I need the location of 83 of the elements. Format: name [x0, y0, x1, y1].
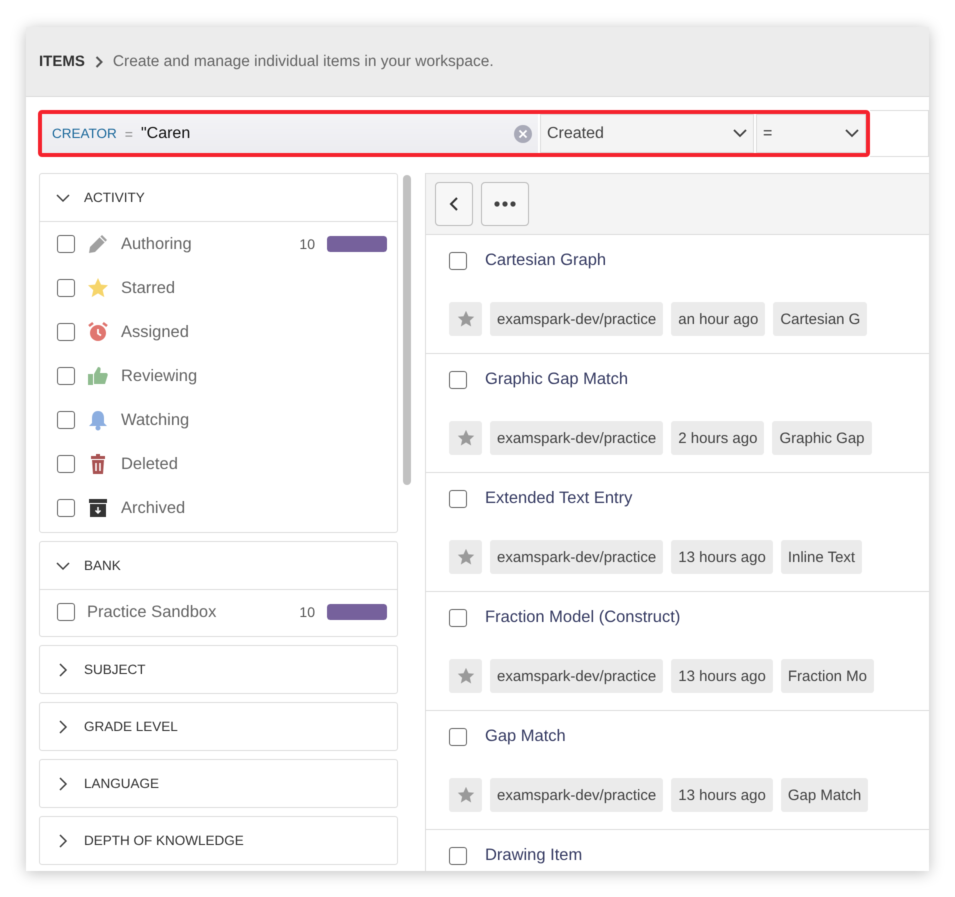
filter-option-label[interactable]: Archived: [121, 498, 387, 518]
section-header[interactable]: SUBJECT: [40, 646, 397, 693]
star-icon: [456, 548, 474, 566]
item-tag: examspark-dev/practice: [490, 659, 664, 693]
section-header[interactable]: ACTIVITY: [40, 174, 397, 221]
filter-option-label[interactable]: Authoring: [121, 234, 288, 254]
pencil-icon: [87, 233, 109, 255]
item-tag: examspark-dev/practice: [490, 421, 664, 455]
item-tag: examspark-dev/practice: [490, 540, 664, 574]
star-icon: [456, 310, 474, 328]
item-title[interactable]: Gap Match: [485, 727, 566, 746]
checkbox[interactable]: [57, 499, 75, 517]
checkbox[interactable]: [57, 455, 75, 473]
item-title[interactable]: Cartesian Graph: [485, 251, 606, 270]
page-description: Create and manage individual items in your workspace.: [112, 52, 494, 70]
alarm-clock-icon: [87, 321, 109, 343]
item-title[interactable]: Extended Text Entry: [485, 489, 632, 508]
filter-option-label[interactable]: Deleted: [121, 454, 387, 474]
section-header[interactable]: LANGUAGE: [40, 760, 397, 807]
item-tag: Fraction Mo: [780, 659, 874, 693]
filter-option-label[interactable]: Assigned: [121, 322, 387, 342]
item-count: 10: [299, 604, 315, 620]
filter-input-field[interactable]: [870, 110, 929, 157]
item-tag: 13 hours ago: [671, 778, 773, 812]
star-icon: [456, 429, 474, 447]
star-button[interactable]: [449, 540, 482, 574]
star-button[interactable]: [449, 302, 482, 336]
page-title: ITEMS: [39, 53, 85, 70]
caret-icon: [845, 129, 859, 138]
checkbox[interactable]: [57, 323, 75, 341]
item-tag: 2 hours ago: [671, 421, 764, 455]
item-tag: Graphic Gap: [772, 421, 872, 455]
archive-box-icon: [87, 497, 109, 519]
more-button[interactable]: [481, 182, 529, 226]
filter-type-select[interactable]: Created: [540, 114, 754, 153]
item-count: 10: [299, 236, 315, 252]
star-icon: [456, 786, 474, 804]
chevron-left-icon: [449, 196, 459, 212]
star-icon: [87, 277, 109, 299]
filter-option-label[interactable]: Practice Sandbox: [87, 602, 288, 622]
chevron-right-icon: [94, 56, 103, 68]
star-button[interactable]: [449, 659, 482, 693]
checkbox[interactable]: [57, 411, 75, 429]
filter-option-label[interactable]: Reviewing: [121, 366, 387, 386]
checkbox[interactable]: [57, 279, 75, 297]
star-button[interactable]: [449, 421, 482, 455]
item-tag: examspark-dev/practice: [490, 302, 664, 336]
filter-query-field[interactable]: CREATOR = "Caren: [42, 114, 538, 153]
item-title[interactable]: Drawing Item: [485, 846, 582, 865]
item-tag: Cartesian G: [773, 302, 868, 336]
item-tag: Gap Match: [780, 778, 868, 812]
bell-icon: [87, 409, 109, 431]
filter-operator-select[interactable]: =: [756, 114, 866, 153]
checkbox[interactable]: [449, 370, 467, 388]
checkbox[interactable]: [57, 603, 75, 621]
item-tag: 13 hours ago: [671, 659, 773, 693]
checkbox[interactable]: [57, 367, 75, 385]
thumbs-up-icon: [87, 365, 109, 387]
star-button[interactable]: [449, 778, 482, 812]
item-tag: Inline Text: [780, 540, 862, 574]
item-tag: 13 hours ago: [671, 540, 773, 574]
filter-value: "Caren: [140, 124, 192, 142]
checkbox[interactable]: [449, 490, 467, 508]
checkbox[interactable]: [449, 728, 467, 746]
filter-option-label[interactable]: Starred: [121, 278, 387, 298]
checkbox[interactable]: [449, 608, 467, 626]
more-icon: [494, 201, 516, 207]
caret-icon: [733, 129, 747, 138]
filter-field-name: CREATOR: [52, 126, 117, 141]
item-title[interactable]: Graphic Gap Match: [485, 370, 628, 389]
star-icon: [456, 667, 474, 685]
filter-operator: =: [124, 126, 133, 142]
scrollbar-thumb[interactable]: [403, 175, 411, 485]
filter-option-label[interactable]: Watching: [121, 410, 387, 430]
item-title[interactable]: Fraction Model (Construct): [485, 608, 680, 627]
checkbox[interactable]: [449, 252, 467, 270]
checkbox[interactable]: [449, 846, 467, 864]
section-header[interactable]: BANK: [40, 542, 397, 589]
section-header[interactable]: DEPTH OF KNOWLEDGE: [40, 817, 397, 864]
item-tag: examspark-dev/practice: [490, 778, 664, 812]
section-header[interactable]: GRADE LEVEL: [40, 703, 397, 750]
checkbox[interactable]: [57, 235, 75, 253]
item-tag: an hour ago: [671, 302, 766, 336]
